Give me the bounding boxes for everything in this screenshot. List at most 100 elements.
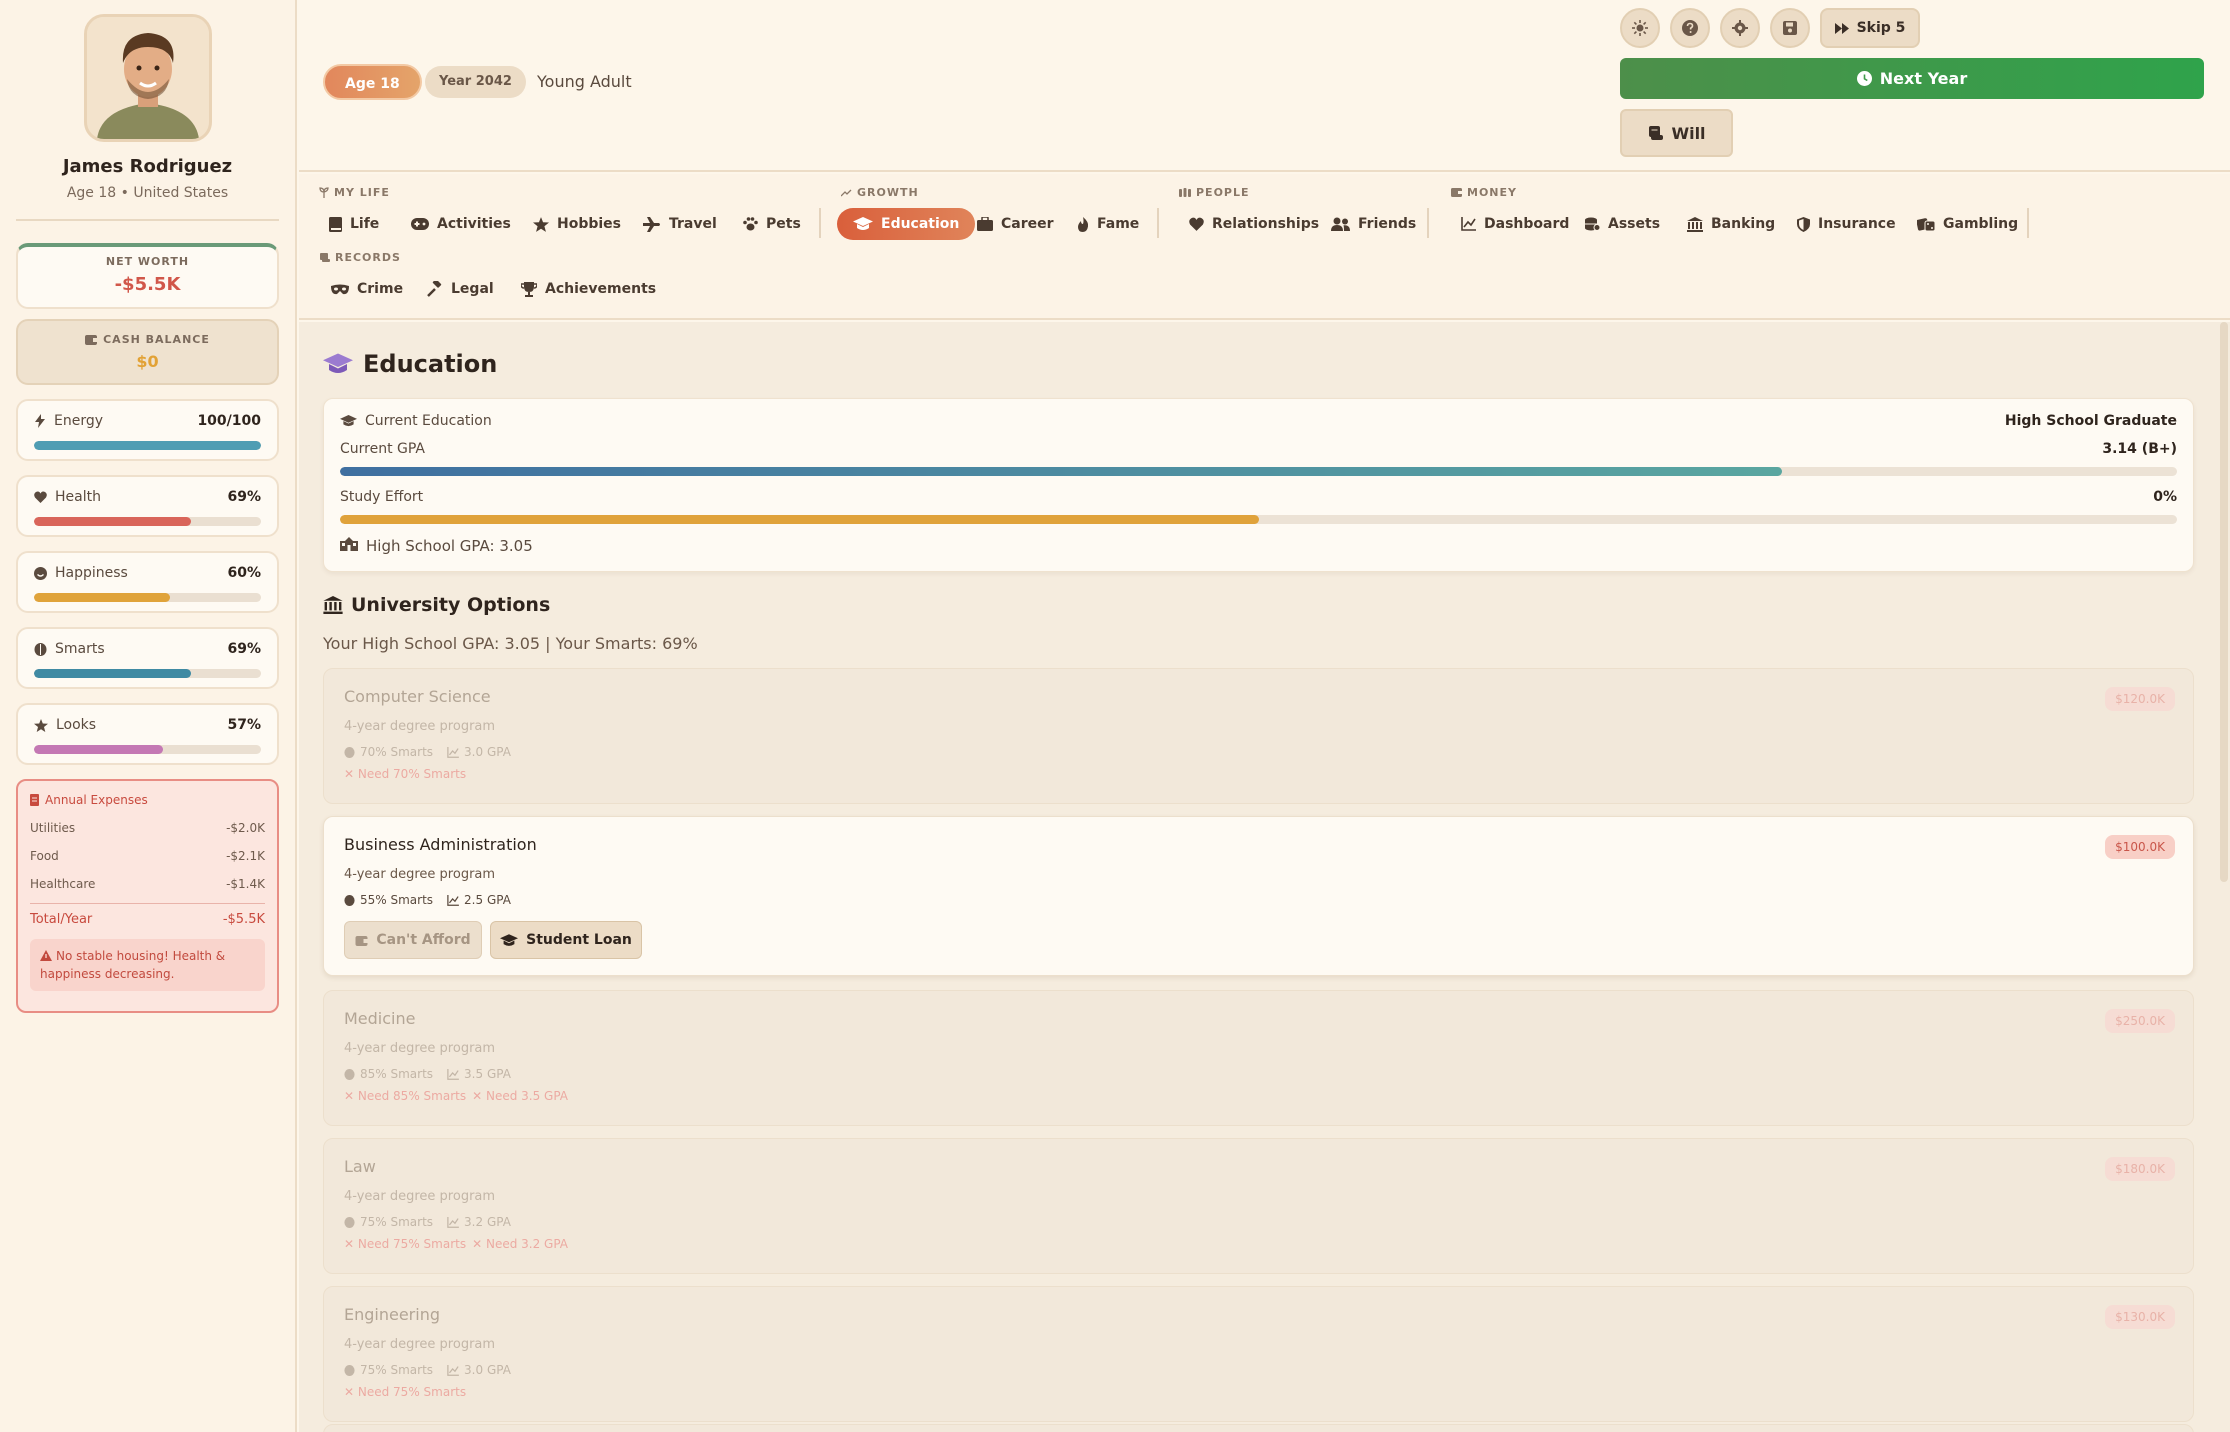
program-unmet-requirements: ✕ Need 85% Smarts ✕ Need 3.5 GPA <box>344 1089 569 1103</box>
brain-icon <box>344 1068 355 1080</box>
theme-button[interactable] <box>1620 8 1660 48</box>
nav-item-life[interactable]: Life <box>329 208 379 240</box>
program-description: 4-year degree program <box>344 867 496 882</box>
smiley-icon <box>34 566 47 580</box>
program-price: $130.0K <box>2105 1305 2175 1329</box>
nav-item-dashboard[interactable]: Dashboard <box>1461 208 1569 240</box>
current-education-value: High School Graduate <box>2004 413 2177 429</box>
nav-item-fame[interactable]: Fame <box>1077 208 1139 240</box>
nav-item-banking[interactable]: Banking <box>1687 208 1775 240</box>
nav-group-people: PEOPLE <box>1179 186 1250 199</box>
life-stage: Young Adult <box>537 72 632 91</box>
line-chart-icon <box>447 1216 459 1228</box>
nav-item-insurance[interactable]: Insurance <box>1797 208 1896 240</box>
program-unmet-requirements: ✕ Need 70% Smarts <box>344 767 467 781</box>
program-name: Computer Science <box>344 687 491 706</box>
study-effort-slider[interactable] <box>340 515 2177 524</box>
mask-icon <box>331 284 349 295</box>
graduation-cap-icon <box>323 353 353 375</box>
nav-item-gambling[interactable]: Gambling <box>1917 208 2018 240</box>
nav-group-records: RECORDS <box>319 251 401 264</box>
program-price: $120.0K <box>2105 687 2175 711</box>
stat-value: 69% <box>227 641 261 657</box>
program-requirements: 55% Smarts 2.5 GPA <box>344 893 511 907</box>
study-effort-value: 0% <box>2153 489 2177 505</box>
nav-item-education[interactable]: Education <box>837 208 976 240</box>
sun-icon <box>1632 20 1648 36</box>
scroll-icon <box>1647 126 1664 140</box>
wallet-icon <box>355 935 368 946</box>
stat-value: 100/100 <box>197 413 261 429</box>
nav-item-achievements[interactable]: Achievements <box>521 273 656 305</box>
university-option-law: Law 4-year degree program 75% Smarts 3.2… <box>323 1138 2194 1274</box>
program-description: 4-year degree program <box>344 719 496 734</box>
next-year-button[interactable]: Next Year <box>1620 58 2204 99</box>
happiness-bar <box>34 593 261 602</box>
nav-item-career[interactable]: Career <box>977 208 1054 240</box>
nav-group-my-life: MY LIFE <box>319 186 390 199</box>
nav-item-hobbies[interactable]: Hobbies <box>533 208 621 240</box>
university-option-engineering: Engineering 4-year degree program 75% Sm… <box>323 1286 2194 1422</box>
gavel-icon <box>427 281 443 297</box>
program-name: Business Administration <box>344 835 537 854</box>
student-loan-button[interactable]: Student Loan <box>490 921 642 959</box>
program-unmet-requirements: ✕ Need 75% Smarts <box>344 1385 467 1399</box>
program-price: $180.0K <box>2105 1157 2175 1181</box>
seedling-icon <box>319 187 329 198</box>
nav-item-friends[interactable]: Friends <box>1331 208 1416 240</box>
stats-list: Energy 100/100 Health 69% Happiness 60% Sma… <box>16 399 279 765</box>
cash-balance-value: $0 <box>136 352 159 371</box>
cash-balance-label: CASH BALANCE <box>103 333 210 346</box>
flame-icon <box>1077 216 1089 232</box>
main-scrollbar[interactable] <box>2220 322 2228 882</box>
stat-label: Looks <box>56 717 97 733</box>
paw-icon <box>743 217 758 231</box>
bank-icon <box>323 596 343 614</box>
program-requirements: 75% Smarts 3.2 GPA <box>344 1215 511 1229</box>
nav-item-activities[interactable]: Activities <box>411 208 511 240</box>
nav-group-money: MONEY <box>1451 186 1517 199</box>
nav-separator <box>819 208 821 238</box>
university-option-computer-science: Computer Science 4-year degree program 7… <box>323 668 2194 804</box>
brain-icon <box>34 642 47 656</box>
cant-afford-button[interactable]: Can't Afford <box>344 921 482 959</box>
net-worth-label: NET WORTH <box>105 255 190 268</box>
nav-separator <box>1427 208 1429 238</box>
gamepad-icon <box>411 218 429 230</box>
gpa-label: Current GPA <box>340 441 426 457</box>
nav-separator <box>2027 208 2029 238</box>
settings-button[interactable] <box>1720 8 1760 48</box>
skip-5-button[interactable]: Skip 5 <box>1820 8 1920 48</box>
annual-expenses-panel: Annual Expenses Utilities -$2.0K Food -$2.… <box>16 779 279 1013</box>
nav-item-relationships[interactable]: Relationships <box>1189 208 1319 240</box>
sidebar: James Rodriguez Age 18 • United States N… <box>0 0 297 1432</box>
university-option-partial <box>323 1424 2194 1432</box>
school-icon <box>340 537 358 555</box>
stat-label: Health <box>55 489 101 505</box>
save-button[interactable] <box>1770 8 1810 48</box>
nav-item-pets[interactable]: Pets <box>743 208 801 240</box>
gpa-value: 3.14 (B+) <box>2102 441 2177 457</box>
page-title: Education <box>323 350 497 378</box>
nav-item-assets[interactable]: Assets <box>1585 208 1660 240</box>
nav-item-travel[interactable]: Travel <box>643 208 717 240</box>
energy-bar <box>34 441 261 450</box>
floppy-disk-icon <box>1783 21 1797 35</box>
help-button[interactable] <box>1670 8 1710 48</box>
shield-icon <box>1797 216 1810 232</box>
expense-row: Food -$2.1K <box>30 849 265 863</box>
bank-icon <box>1687 216 1703 232</box>
cash-balance-card: CASH BALANCE $0 <box>16 319 279 385</box>
graduation-cap-icon <box>853 217 873 231</box>
avatar[interactable] <box>83 14 212 142</box>
nav-item-legal[interactable]: Legal <box>427 273 494 305</box>
nav-item-crime[interactable]: Crime <box>331 273 403 305</box>
will-button[interactable]: Will <box>1620 109 1733 157</box>
book-icon <box>329 216 342 232</box>
coins-icon <box>1585 217 1600 232</box>
heart-icon <box>1189 217 1204 231</box>
age-badge: Age 18 <box>323 64 422 100</box>
brain-icon <box>344 894 355 906</box>
university-options-subtitle: Your High School GPA: 3.05 | Your Smarts… <box>323 634 698 653</box>
line-chart-icon <box>447 1364 459 1376</box>
